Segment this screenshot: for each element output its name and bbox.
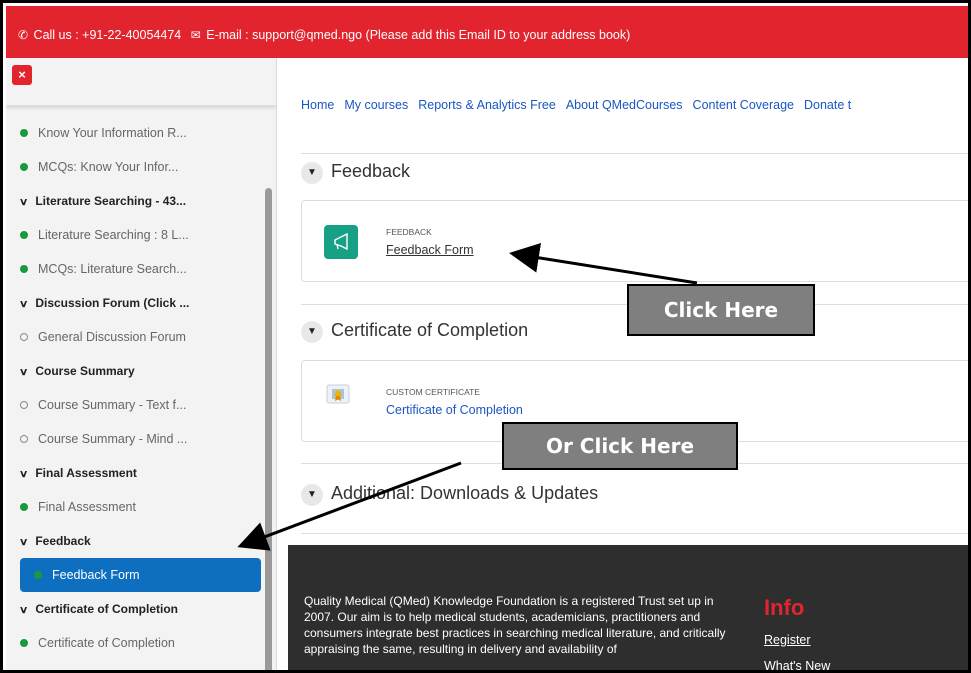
- section-feedback-title: Feedback: [331, 161, 411, 181]
- sidebar-section[interactable]: ∨ Discussion Forum (Click ...: [6, 286, 266, 320]
- footer-link-register[interactable]: Register: [764, 633, 811, 647]
- sidebar-item-label: Discussion Forum (Click ...: [35, 296, 190, 310]
- sidebar-item[interactable]: Certificate of Completion: [6, 626, 266, 660]
- sidebar-section[interactable]: ∨ Final Assessment: [6, 456, 266, 490]
- complete-dot-icon: [20, 265, 28, 273]
- sidebar-item-label: Course Summary - Text f...: [38, 398, 187, 412]
- sidebar-item-label: Feedback: [35, 534, 91, 548]
- sidebar-item[interactable]: Literature Searching : 8 L...: [6, 218, 266, 252]
- section-certificate-header[interactable]: ▼ Certificate of Completion: [301, 320, 528, 343]
- incomplete-circle-icon: [20, 401, 28, 409]
- sidebar-item-label: MCQs: Literature Search...: [38, 262, 187, 276]
- complete-dot-icon: [20, 503, 28, 511]
- course-index-list: Know Your Information R... MCQs: Know You…: [6, 116, 266, 670]
- activity-type-label: CUSTOM CERTIFICATE: [386, 387, 480, 397]
- sidebar-item-active[interactable]: Feedback Form: [20, 558, 261, 592]
- chevron-down-icon[interactable]: ∨: [19, 526, 29, 558]
- sidebar-section[interactable]: ∨ Certificate of Completion: [6, 592, 266, 626]
- certificate-icon: [324, 379, 354, 409]
- sidebar-section[interactable]: ∨ Feedback: [6, 524, 266, 558]
- chevron-down-icon[interactable]: ▼: [301, 321, 323, 343]
- site-footer: Quality Medical (QMed) Knowledge Foundat…: [288, 545, 968, 670]
- feedback-form-link[interactable]: Feedback Form: [386, 243, 474, 257]
- megaphone-icon: [324, 225, 358, 259]
- sidebar-item-label: Course Summary: [35, 364, 135, 378]
- complete-dot-icon: [20, 129, 28, 137]
- course-index-drawer: × Know Your Information R... MCQs: Know Y…: [6, 58, 277, 670]
- sidebar-item-label: Final Assessment: [38, 500, 136, 514]
- contact-bar: ✆ Call us : +91-22-40054474 ✉ E-mail : s…: [6, 6, 968, 58]
- complete-dot-icon: [20, 639, 28, 647]
- sidebar-section[interactable]: ∨Additional: Downloads ...: [6, 660, 266, 670]
- section-feedback-header[interactable]: ▼ Feedback: [301, 161, 410, 184]
- section-additional-title: Additional: Downloads & Updates: [331, 483, 599, 503]
- footer-link-whats-new[interactable]: What's New: [764, 659, 830, 670]
- complete-dot-icon: [20, 163, 28, 171]
- nav-link[interactable]: About QMedCourses: [566, 98, 683, 112]
- chevron-down-icon[interactable]: ▼: [301, 162, 323, 184]
- sidebar-section[interactable]: ∨ Literature Searching - 43...: [6, 184, 266, 218]
- nav-link[interactable]: Reports & Analytics Free: [418, 98, 556, 112]
- call-us-text: Call us : +91-22-40054474: [33, 28, 182, 42]
- screenshot-frame: ✆ Call us : +91-22-40054474 ✉ E-mail : s…: [0, 0, 971, 673]
- section-additional-header[interactable]: ▼ Additional: Downloads & Updates: [301, 483, 598, 506]
- drawer-scrollbar[interactable]: [265, 188, 272, 670]
- nav-link[interactable]: Content Coverage: [693, 98, 794, 112]
- sidebar-item[interactable]: General Discussion Forum: [6, 320, 266, 354]
- phone-icon: ✆: [18, 28, 29, 42]
- chevron-down-icon[interactable]: ∨: [19, 458, 29, 490]
- incomplete-circle-icon: [20, 333, 28, 341]
- sidebar-item[interactable]: Course Summary - Mind ...: [6, 422, 266, 456]
- sidebar-item[interactable]: MCQs: Literature Search...: [6, 252, 266, 286]
- section-certificate-title: Certificate of Completion: [331, 320, 529, 340]
- section-divider: [301, 533, 968, 534]
- click-here-callout: Click Here: [627, 284, 815, 336]
- complete-dot-icon: [20, 231, 28, 239]
- nav-divider: [301, 153, 968, 154]
- sidebar-item-label: Feedback Form: [52, 568, 140, 582]
- nav-link[interactable]: Home: [301, 98, 334, 112]
- sidebar-item[interactable]: Know Your Information R...: [6, 116, 266, 150]
- feedback-activity-card: FEEDBACK Feedback Form: [301, 200, 968, 282]
- envelope-icon: ✉: [190, 28, 201, 42]
- nav-link[interactable]: My courses: [344, 98, 408, 112]
- footer-about-text: Quality Medical (QMed) Knowledge Foundat…: [304, 594, 726, 656]
- footer-info-title: Info: [764, 595, 805, 620]
- sidebar-item-label: Certificate of Completion: [35, 602, 179, 616]
- certificate-link[interactable]: Certificate of Completion: [386, 403, 523, 417]
- sidebar-item-label: Literature Searching : 8 L...: [38, 228, 189, 242]
- chevron-down-icon[interactable]: ∨: [19, 288, 29, 320]
- nav-link[interactable]: Donate t: [804, 98, 851, 112]
- sidebar-section[interactable]: ∨ Course Summary: [6, 354, 266, 388]
- chevron-down-icon[interactable]: ∨: [19, 186, 29, 218]
- incomplete-circle-icon: [20, 435, 28, 443]
- sidebar-item-label: Final Assessment: [35, 466, 137, 480]
- complete-dot-icon: [34, 571, 42, 579]
- sidebar-item[interactable]: MCQs: Know Your Infor...: [6, 150, 266, 184]
- sidebar-item-label: Know Your Information R...: [38, 126, 187, 140]
- primary-navigation: Home My courses Reports & Analytics Free Ab…: [301, 98, 861, 112]
- sidebar-item-label: Literature Searching - 43...: [35, 194, 187, 208]
- sidebar-item[interactable]: Course Summary - Text f...: [6, 388, 266, 422]
- chevron-down-icon[interactable]: ∨: [19, 662, 29, 670]
- sidebar-item[interactable]: Final Assessment: [6, 490, 266, 524]
- sidebar-item-label: Certificate of Completion: [38, 636, 175, 650]
- email-text[interactable]: E-mail : support@qmed.ngo (Please add th…: [206, 28, 630, 42]
- chevron-down-icon[interactable]: ▼: [301, 484, 323, 506]
- close-drawer-button[interactable]: ×: [12, 65, 32, 85]
- chevron-down-icon[interactable]: ∨: [19, 356, 29, 388]
- sidebar-item-label: MCQs: Know Your Infor...: [38, 160, 179, 174]
- activity-type-label: FEEDBACK: [386, 227, 432, 237]
- drawer-header: ×: [6, 58, 276, 106]
- sidebar-item-label: General Discussion Forum: [38, 330, 186, 344]
- sidebar-item-label: Course Summary - Mind ...: [38, 432, 188, 446]
- chevron-down-icon[interactable]: ∨: [19, 594, 29, 626]
- or-click-here-callout: Or Click Here: [502, 422, 738, 470]
- main-content: Home My courses Reports & Analytics Free Ab…: [277, 58, 968, 670]
